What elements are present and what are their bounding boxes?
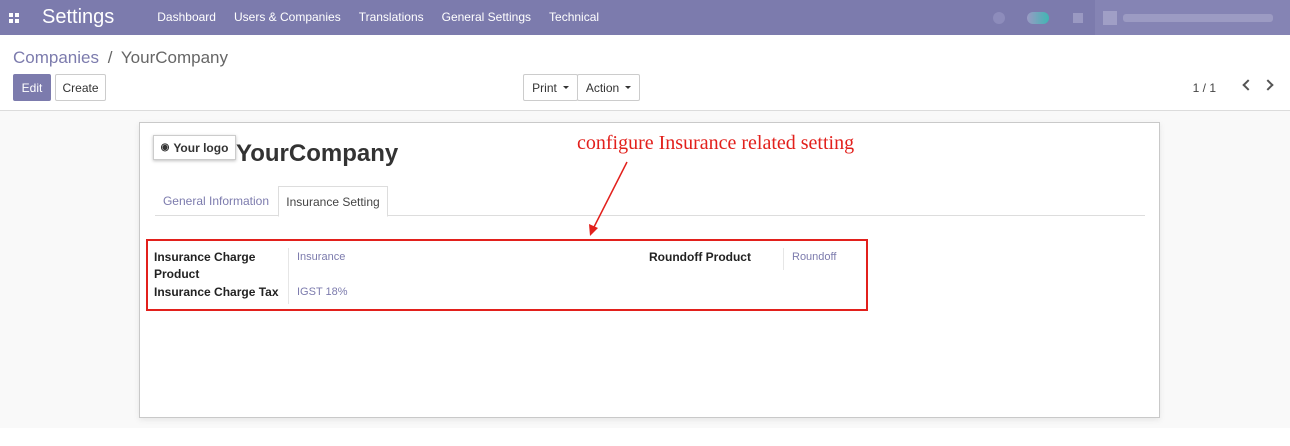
- top-navbar: Settings Dashboard Users & Companies Tra…: [0, 0, 1290, 35]
- menu-item-dashboard[interactable]: Dashboard: [148, 0, 225, 35]
- footer-area: [0, 428, 1290, 446]
- company-name: YourCompany: [236, 140, 399, 167]
- avatar: [1103, 10, 1117, 25]
- company-logo[interactable]: ◉ Your logo: [153, 135, 236, 160]
- annotation-text: configure Insurance related setting: [577, 132, 855, 154]
- app-title: Settings: [42, 6, 115, 28]
- pager-value[interactable]: 1 / 1: [1193, 81, 1216, 95]
- tab-general-information[interactable]: General Information: [155, 186, 277, 216]
- control-panel: Companies / YourCompany Edit Create Prin…: [0, 35, 1290, 111]
- action-dropdown[interactable]: Action: [577, 74, 640, 101]
- create-button-label: Create: [62, 80, 99, 95]
- chevron-right-icon[interactable]: [1262, 79, 1274, 91]
- user-menu[interactable]: [1095, 0, 1290, 35]
- menu-item-general-settings[interactable]: General Settings: [433, 0, 540, 35]
- form-sheet: ◉ Your logo YourCompany General Informat…: [139, 122, 1160, 418]
- create-button[interactable]: Create: [55, 74, 106, 101]
- insurance-charge-tax-label: Insurance Charge Tax: [154, 285, 279, 299]
- chevron-left-icon[interactable]: [1242, 79, 1254, 91]
- field-separator: [288, 248, 289, 304]
- caret-down-icon: [625, 86, 632, 89]
- tab-insurance-setting[interactable]: Insurance Setting: [278, 186, 388, 217]
- activity-icon[interactable]: [1073, 12, 1083, 23]
- menu-item-translations[interactable]: Translations: [350, 0, 433, 35]
- roundoff-product-field[interactable]: Roundoff: [792, 251, 836, 263]
- status-icon[interactable]: [993, 11, 1005, 24]
- camera-icon: ◉: [160, 142, 170, 153]
- insurance-charge-tax-field[interactable]: IGST 18%: [297, 286, 348, 298]
- menu-item-users-companies[interactable]: Users & Companies: [225, 0, 350, 35]
- field-separator: [783, 248, 784, 270]
- caret-down-icon: [562, 86, 569, 89]
- main-menu: Dashboard Users & Companies Translations…: [148, 0, 608, 35]
- navbar-systray: [983, 0, 1290, 35]
- breadcrumb-current: YourCompany: [120, 48, 228, 67]
- roundoff-product-label: Roundoff Product: [649, 250, 751, 264]
- form-tabs: General Information Insurance Setting: [155, 186, 1145, 217]
- menu-item-technical[interactable]: Technical: [540, 0, 608, 35]
- insurance-charge-product-label: Insurance Charge Product: [154, 250, 256, 281]
- logo-label: Your logo: [173, 140, 229, 155]
- insurance-charge-product-field[interactable]: Insurance: [297, 251, 345, 263]
- messaging-icon[interactable]: [1027, 11, 1049, 24]
- action-label: Action: [585, 80, 620, 95]
- print-dropdown[interactable]: Print: [523, 74, 578, 101]
- print-label: Print: [532, 80, 557, 95]
- breadcrumb-separator: /: [107, 48, 113, 67]
- edit-button[interactable]: Edit: [13, 74, 51, 101]
- apps-menu-icon[interactable]: [0, 0, 28, 35]
- user-name-blurred: [1123, 13, 1273, 22]
- breadcrumb: Companies / YourCompany: [13, 48, 228, 68]
- edit-button-label: Edit: [21, 80, 43, 95]
- breadcrumb-companies[interactable]: Companies: [13, 48, 99, 67]
